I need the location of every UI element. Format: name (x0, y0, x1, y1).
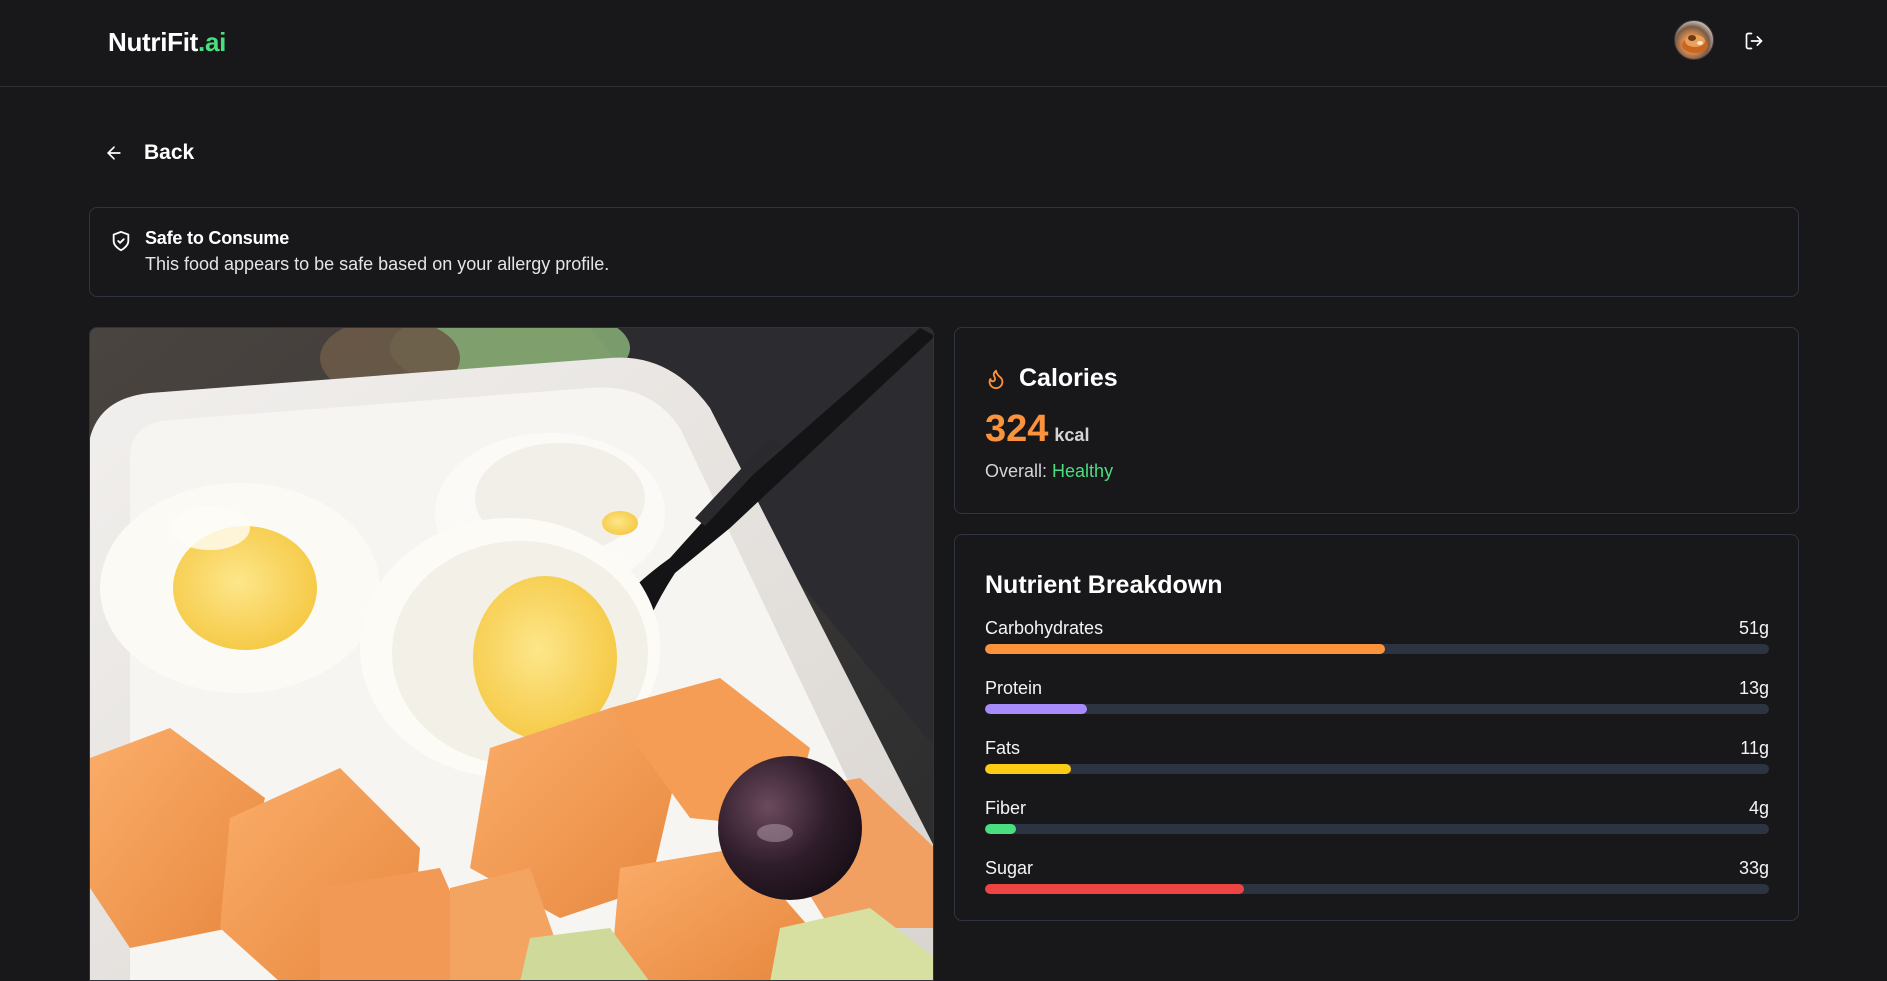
nutrient-amount: 4g (1748, 798, 1769, 818)
nutrient-row-header: Protein 13g (985, 677, 1769, 699)
nutrient-amount: 33g (1738, 858, 1769, 878)
shield-check-icon (112, 230, 130, 252)
safety-alert: Safe to Consume This food appears to be … (89, 207, 1799, 297)
food-photo (89, 327, 934, 981)
calories-value-row: 324 kcal (985, 408, 1089, 451)
brand-accent: .ai (198, 27, 227, 57)
calories-card: Calories 324 kcal Overall: Healthy (954, 327, 1799, 514)
nutrient-progress-track (985, 884, 1769, 894)
nutrient-amount: 51g (1738, 618, 1769, 638)
nutrient-name: Fiber (985, 798, 1027, 818)
nutrient-progress-fill (985, 824, 1017, 834)
nutrient-row-header: Fats 11g (985, 737, 1769, 759)
back-button[interactable]: Back (104, 138, 194, 168)
nutrient-breakdown-card: Nutrient Breakdown Carbohydrates 51g Prote… (954, 534, 1799, 921)
nutrient-name: Sugar (985, 858, 1034, 878)
overall-rating: Overall: Healthy (985, 461, 1113, 482)
nutrient-progress-fill (985, 644, 1385, 654)
nutrient-progress-track (985, 644, 1769, 654)
logout-icon (1745, 32, 1763, 50)
nutrient-row-header: Carbohydrates 51g (985, 617, 1769, 639)
nutrient-row: Fats 11g (985, 737, 1769, 777)
brand-name: NutriFit (108, 27, 199, 57)
nutrient-breakdown-title: Nutrient Breakdown (985, 571, 1223, 599)
nutrient-progress-track (985, 764, 1769, 774)
nutrient-progress-track (985, 704, 1769, 714)
nutrient-name: Fats (985, 738, 1021, 758)
nutrient-row: Protein 13g (985, 677, 1769, 717)
food-photo-illustration (90, 328, 933, 980)
nutrient-progress-fill (985, 764, 1072, 774)
nutrient-amount: 11g (1740, 738, 1769, 758)
overall-status: Healthy (1052, 461, 1114, 481)
calories-header: Calories (985, 364, 1118, 393)
nutrient-amount: 13g (1738, 678, 1769, 698)
nutrient-name: Carbohydrates (985, 618, 1104, 638)
avatar[interactable] (1674, 20, 1714, 60)
flame-icon (988, 369, 1004, 389)
alert-title: Safe to Consume (145, 228, 290, 248)
back-label: Back (144, 141, 195, 164)
alert-description: This food appears to be safe based on yo… (145, 254, 610, 274)
top-nav-bar: NutriFit.ai (0, 0, 1887, 87)
avatar-image (1682, 35, 1708, 53)
calories-value: 324 (985, 408, 1049, 450)
nutrient-row-header: Fiber 4g (985, 797, 1769, 819)
nutrient-progress-track (985, 824, 1769, 834)
logout-button[interactable] (1740, 27, 1768, 55)
nutrient-progress-fill (985, 704, 1087, 714)
calories-title: Calories (1019, 364, 1118, 392)
overall-label: Overall: (985, 461, 1048, 481)
calories-unit: kcal (1054, 425, 1090, 445)
arrow-left-icon (107, 146, 121, 160)
nutrient-progress-fill (985, 884, 1244, 894)
nutrient-name: Protein (985, 678, 1043, 698)
brand-logo[interactable]: NutriFit.ai (108, 27, 226, 58)
nutrient-row: Sugar 33g (985, 857, 1769, 897)
nutrient-row: Carbohydrates 51g (985, 617, 1769, 657)
nutrient-row-header: Sugar 33g (985, 857, 1769, 879)
nutrient-row: Fiber 4g (985, 797, 1769, 837)
